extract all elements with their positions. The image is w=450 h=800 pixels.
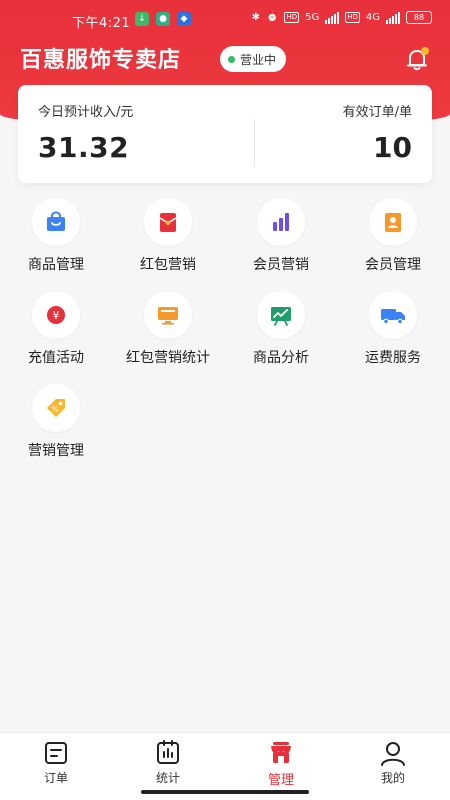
- status-app-icons: ↓ ● ◆: [135, 12, 191, 26]
- shield-notification-icon: ◆: [177, 12, 191, 26]
- tab-label: 我的: [380, 771, 405, 785]
- notification-dot: [421, 47, 429, 55]
- trend-board-icon: [271, 307, 291, 326]
- menu-item-label: 会员营销: [253, 257, 309, 273]
- tab-manage[interactable]: 管理: [225, 739, 337, 788]
- menu-item-red-envelope-marketing[interactable]: 红包营销: [112, 198, 224, 278]
- orders-label: 有效订单/单: [342, 105, 412, 120]
- menu-item-label: 运费服务: [365, 350, 421, 366]
- stats-icon: [157, 740, 179, 764]
- open-status-dot: [228, 55, 235, 63]
- income-value[interactable]: 31.32: [38, 131, 129, 164]
- app-notification-icon: ●: [156, 12, 170, 26]
- bluetooth-icon: ✱: [251, 12, 260, 23]
- red-envelope-icon: [159, 213, 177, 232]
- tab-label: 订单: [43, 771, 68, 785]
- order-icon: [45, 742, 67, 764]
- home-indicator[interactable]: [141, 790, 309, 794]
- signal-icon-2: [386, 11, 400, 24]
- member-book-icon: [385, 213, 401, 232]
- menu-item-label: 营销管理: [28, 443, 84, 459]
- stats-divider: [254, 119, 255, 167]
- tab-label: 统计: [155, 771, 180, 785]
- tab-profile[interactable]: 我的: [337, 739, 449, 786]
- tab-statistics[interactable]: 统计: [112, 739, 224, 786]
- menu-item-red-envelope-statistics[interactable]: 红包营销统计: [112, 291, 224, 371]
- alarm-icon: ⏰: [265, 12, 279, 23]
- notification-bell-button[interactable]: [402, 44, 432, 74]
- menu-item-label: 红包营销: [140, 257, 196, 273]
- store-name: 百惠服饰专卖店: [20, 48, 182, 73]
- status-time: 下午4:21: [72, 16, 131, 31]
- battery-icon: 88: [406, 11, 432, 24]
- stats-card: 今日预计收入/元 31.32 有效订单/单 10: [18, 85, 432, 183]
- bell-icon: [407, 47, 429, 71]
- profile-icon: [381, 742, 405, 766]
- menu-item-marketing-management[interactable]: % 营销管理: [0, 384, 112, 464]
- signal-icon: [325, 11, 340, 24]
- hd-icon-2: HD: [345, 12, 360, 23]
- menu-item-member-management[interactable]: 会员管理: [337, 198, 449, 278]
- tag-icon: %: [47, 399, 65, 417]
- status-bar: 下午4:21 ↓ ● ◆ ✱ ⏰ HD 5G HD 4G 88: [0, 0, 450, 36]
- yuan-coin-icon: ¥: [47, 306, 65, 324]
- svg-text:%: %: [51, 405, 59, 414]
- menu-item-label: 商品管理: [28, 257, 84, 273]
- status-badge[interactable]: 营业中: [220, 46, 287, 72]
- bar-chart-icon: [273, 213, 289, 231]
- truck-icon: [381, 309, 405, 325]
- menu-item-member-marketing[interactable]: 会员营销: [225, 198, 337, 278]
- menu-item-product-analysis[interactable]: 商品分析: [225, 291, 337, 371]
- tab-orders[interactable]: 订单: [0, 739, 112, 786]
- hd-icon: HD: [284, 12, 300, 23]
- manage-icon: [271, 742, 291, 763]
- menu-item-recharge-activity[interactable]: ¥ 充值活动: [0, 291, 112, 371]
- network-5g-label: 5G: [305, 12, 320, 23]
- income-label: 今日预计收入/元: [38, 105, 134, 120]
- menu-item-label: 会员管理: [365, 257, 421, 273]
- menu-item-label: 商品分析: [253, 350, 309, 366]
- tab-label: 管理: [267, 773, 294, 788]
- menu-item-shipping-service[interactable]: 运费服务: [337, 291, 449, 371]
- status-indicators: ✱ ⏰ HD 5G HD 4G 88: [252, 11, 432, 24]
- monitor-icon: [158, 307, 178, 325]
- menu-item-label: 充值活动: [28, 350, 84, 366]
- svg-text:¥: ¥: [53, 309, 60, 322]
- orders-value[interactable]: 10: [373, 131, 412, 164]
- status-badge-label: 营业中: [240, 52, 277, 67]
- shopping-bag-icon: [47, 211, 65, 231]
- menu-item-product-management[interactable]: 商品管理: [0, 198, 112, 278]
- network-4g-label: 4G: [365, 12, 380, 23]
- menu-item-label: 红包营销统计: [126, 350, 210, 366]
- download-notification-icon: ↓: [135, 12, 149, 26]
